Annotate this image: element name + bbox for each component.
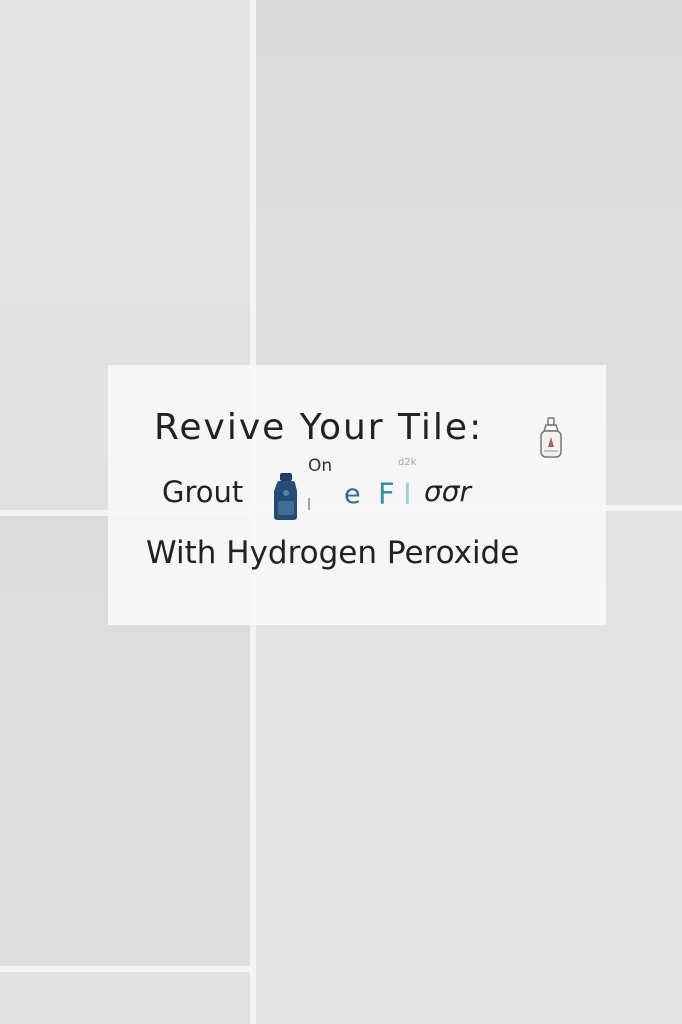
cleaner-bottle-icon [274, 473, 297, 520]
title-line-2-glyph-i: I [403, 477, 412, 511]
spray-bottle-icon [540, 417, 562, 458]
title-line-1: Revive Your Tile: [154, 407, 484, 448]
pin-image: Revive Your Tile: Grout On d2k ı e F I σ… [0, 0, 682, 1024]
title-line-3: With Hydrogen Peroxide [146, 535, 520, 571]
title-line-2-glyph-oor: σσr [424, 475, 472, 508]
grout-line-horizontal-bottom [0, 966, 250, 972]
title-line-2-glyph-e: e [344, 479, 361, 510]
title-line-2-glyph-f: F [378, 477, 396, 511]
title-line-2-scribble: d2k [398, 457, 417, 468]
title-line-2-small-on: On [308, 456, 333, 476]
tile-bottom-left [0, 972, 250, 1024]
title-line-2-grout: Grout [162, 475, 244, 509]
title-line-2-glyph-a: ı [306, 491, 313, 516]
title-card: Revive Your Tile: Grout On d2k ı e F I σ… [108, 365, 606, 625]
